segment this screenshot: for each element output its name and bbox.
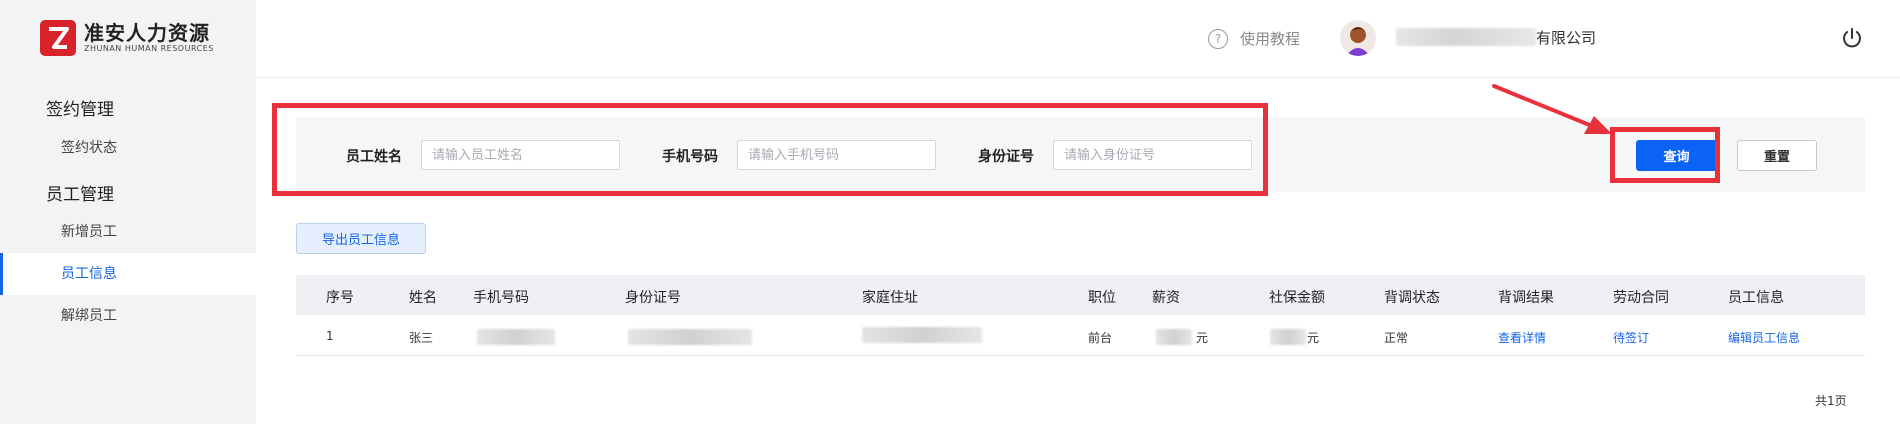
phone-blurred — [477, 329, 555, 345]
sidebar-item-add-employee[interactable]: 新增员工 — [0, 211, 256, 253]
row-name: 张三 — [409, 331, 434, 345]
help-icon: ? — [1208, 28, 1228, 49]
annotation-arrow-icon — [1492, 84, 1612, 134]
sidebar-item-unbind-employee[interactable]: 解绑员工 — [0, 295, 256, 337]
reset-button[interactable]: 重置 — [1737, 140, 1817, 171]
column-header: 员工信息 — [1728, 290, 1784, 306]
column-header: 薪资 — [1152, 290, 1180, 306]
query-highlight-frame — [1610, 127, 1720, 183]
menu-group-signing[interactable]: 签约管理 — [46, 95, 114, 120]
sidebar-item-signing-status[interactable]: 签约状态 — [0, 127, 256, 169]
column-header: 职位 — [1088, 290, 1116, 306]
brand-name-en: ZHUNAN HUMAN RESOURCES — [84, 44, 214, 53]
row-bg-status: 正常 — [1384, 331, 1409, 345]
column-header: 身份证号 — [625, 290, 681, 306]
id-blurred — [628, 329, 752, 345]
brand-name: 准安人力资源 — [84, 21, 210, 45]
logo-mark-icon — [40, 20, 76, 56]
row-salary-unit: 元 — [1196, 331, 1209, 345]
row-position: 前台 — [1088, 331, 1113, 345]
column-header: 劳动合同 — [1613, 290, 1669, 306]
address-blurred — [862, 327, 982, 343]
row-index: 1 — [326, 329, 334, 343]
menu-group-employee[interactable]: 员工管理 — [46, 180, 114, 205]
pager-total: 共1页 — [1815, 394, 1847, 408]
column-header: 家庭住址 — [862, 290, 918, 306]
filter-highlight-frame — [272, 103, 1268, 196]
row-social-unit: 元 — [1307, 331, 1320, 345]
social-blurred — [1270, 329, 1306, 345]
column-header: 序号 — [326, 290, 354, 306]
export-employee-button[interactable]: 导出员工信息 — [296, 223, 426, 254]
company-name: 有限公司 — [1536, 29, 1597, 47]
column-header: 手机号码 — [473, 290, 529, 306]
column-header: 社保金额 — [1269, 290, 1325, 306]
edit-employee-link[interactable]: 编辑员工信息 — [1728, 329, 1800, 346]
column-header: 姓名 — [409, 290, 437, 306]
power-icon[interactable] — [1840, 26, 1864, 50]
column-header: 背调结果 — [1498, 290, 1554, 306]
top-header — [256, 0, 1900, 78]
avatar[interactable] — [1340, 20, 1376, 56]
help-link[interactable]: ? 使用教程 — [1208, 28, 1300, 49]
brand-logo[interactable]: 准安人力资源 ZHUNAN HUMAN RESOURCES — [40, 20, 214, 56]
contract-link[interactable]: 待签订 — [1613, 329, 1649, 346]
view-details-link[interactable]: 查看详情 — [1498, 329, 1546, 346]
help-label: 使用教程 — [1240, 30, 1301, 48]
column-header: 背调状态 — [1384, 290, 1440, 306]
company-name-blurred — [1396, 28, 1536, 46]
salary-blurred — [1156, 329, 1192, 345]
row-divider — [296, 355, 1865, 356]
sidebar-item-employee-info[interactable]: 员工信息 — [0, 253, 256, 295]
sidebar: 准安人力资源 ZHUNAN HUMAN RESOURCES 签约管理 签约状态 … — [0, 0, 256, 424]
